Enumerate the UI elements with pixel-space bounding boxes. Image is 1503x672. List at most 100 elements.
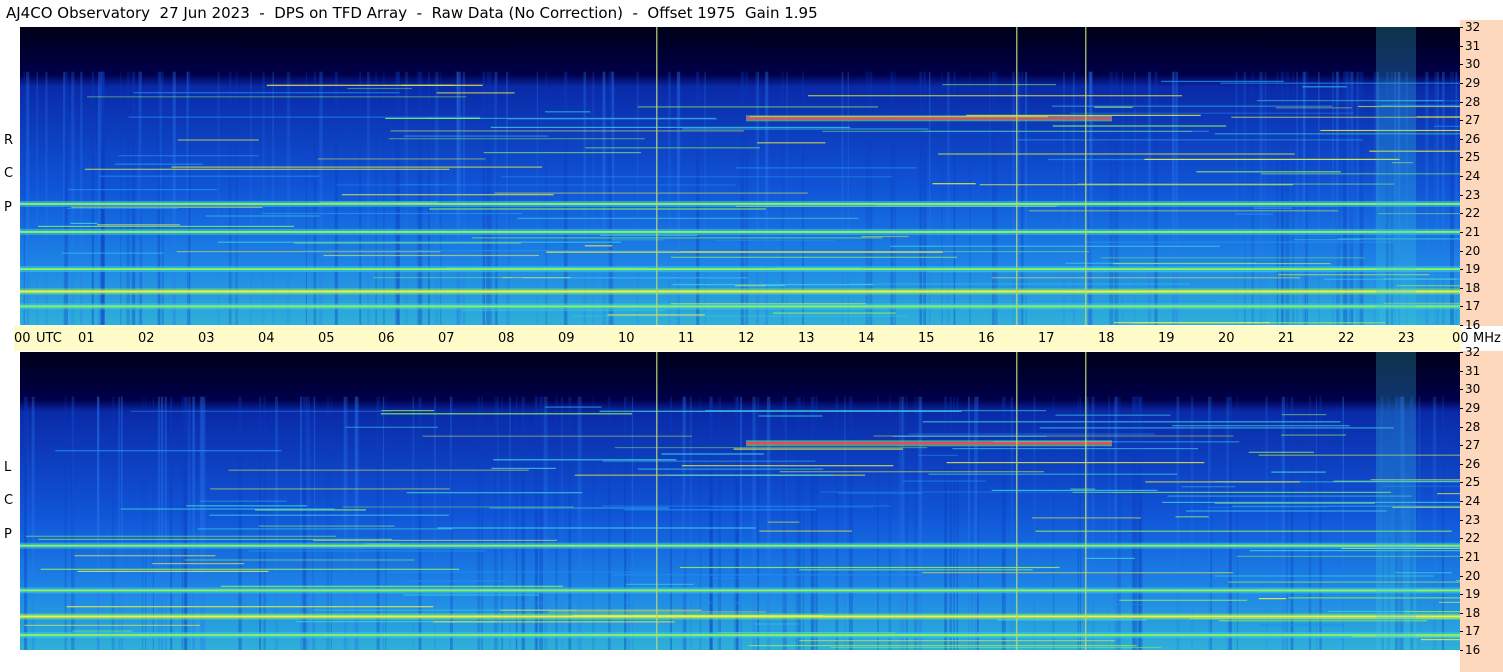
- carrier-line: [733, 448, 903, 450]
- carrier-line: [1421, 639, 1460, 641]
- carrier-line: [624, 509, 816, 511]
- interference-vline: [1085, 352, 1087, 650]
- spectrogram-texture: [967, 396, 970, 650]
- spectrogram-texture: [841, 71, 844, 325]
- carrier-line: [133, 92, 400, 94]
- spectrogram-texture: [1001, 396, 1006, 650]
- spectrogram-texture: [187, 396, 191, 650]
- time-tick-label: 05: [318, 331, 335, 346]
- carrier-line: [70, 222, 98, 224]
- spectrogram-texture: [989, 71, 991, 325]
- carrier-line: [922, 421, 1341, 423]
- spectrogram-texture: [941, 71, 943, 325]
- freq-tick-label: 28: [1459, 94, 1481, 109]
- spectrogram-texture: [1425, 71, 1429, 325]
- carrier-line: [25, 535, 337, 537]
- spectrogram-texture: [354, 396, 357, 650]
- carrier-line: [1302, 86, 1347, 88]
- spectrogram-texture: [543, 396, 548, 650]
- time-tick-label: 02: [138, 331, 155, 346]
- spectrogram-texture: [509, 396, 511, 650]
- spectrogram-texture: [31, 396, 35, 650]
- spectrogram-texture: [481, 396, 483, 650]
- carrier-line: [1271, 471, 1326, 473]
- carrier-line: [1016, 139, 1363, 141]
- carrier-line: [115, 163, 203, 165]
- spectrogram-texture: [157, 71, 161, 325]
- spectrogram-texture: [36, 71, 38, 325]
- carrier-line: [938, 153, 1295, 155]
- carrier-line: [602, 505, 891, 507]
- spectrogram-texture: [1292, 71, 1295, 325]
- band-core: [20, 544, 1460, 547]
- spectrogram-texture: [1264, 71, 1267, 325]
- carrier-line: [1236, 555, 1460, 557]
- spectrogram-texture: [847, 71, 849, 325]
- carrier-line: [38, 538, 393, 540]
- spectrogram-texture: [64, 396, 67, 650]
- freq-tick-label: 21: [1459, 224, 1481, 239]
- carrier-line: [491, 467, 556, 469]
- spectrogram-texture: [27, 396, 29, 650]
- carrier-line: [1031, 300, 1212, 302]
- time-tick-label: 11: [678, 331, 695, 346]
- carrier-line: [1275, 107, 1352, 109]
- spectrogram-texture: [1052, 396, 1055, 650]
- carrier-line: [97, 224, 180, 226]
- carrier-line: [545, 111, 591, 113]
- spectrogram-texture: [953, 396, 955, 650]
- spectrogram-texture: [848, 396, 853, 650]
- carrier-line: [942, 84, 1056, 86]
- carrier-line: [489, 507, 670, 509]
- carrier-line: [1085, 241, 1394, 243]
- time-tick-label: 04: [258, 331, 275, 346]
- spectrogram-texture: [120, 71, 122, 325]
- spectrogram-texture: [611, 71, 615, 325]
- carrier-line: [758, 415, 823, 417]
- rcp-label-r: R: [4, 133, 14, 148]
- freq-tick-label: 16: [1459, 643, 1481, 657]
- carrier-line: [461, 309, 666, 312]
- carrier-line: [1175, 516, 1209, 518]
- spectrogram-texture: [462, 71, 466, 325]
- spectrogram-texture: [1089, 71, 1093, 325]
- spectrogram-texture: [164, 396, 167, 650]
- rcp-spectrogram: [20, 27, 1460, 325]
- carrier-line: [902, 480, 986, 482]
- carrier-line: [66, 606, 434, 608]
- spectrogram-texture: [172, 71, 176, 325]
- plume: [1376, 352, 1416, 650]
- spectrogram-texture: [971, 396, 973, 650]
- spectrogram-texture: [1437, 71, 1439, 325]
- spectrogram-texture: [1332, 71, 1334, 325]
- spectrogram-texture: [181, 396, 184, 650]
- carrier-line: [1231, 505, 1460, 507]
- band-core: [20, 305, 1460, 308]
- carrier-line: [1085, 557, 1135, 559]
- freq-axis-top: 32 31 30 29 28 27 26 25 24 23 22 21 20 19 18 17 16: [1459, 20, 1503, 331]
- spectrogram-texture: [1235, 71, 1238, 325]
- carrier-line: [120, 508, 335, 510]
- freq-tick-label: 26: [1459, 456, 1481, 471]
- spectrogram-texture: [100, 71, 104, 325]
- carrier-line: [1281, 414, 1327, 416]
- time-tick-label: 17: [1038, 331, 1055, 346]
- spectrogram-texture: [1259, 71, 1263, 325]
- carrier-line: [317, 158, 486, 160]
- freq-tick-label: 25: [1459, 475, 1481, 490]
- freq-tick-label: 29: [1459, 400, 1481, 415]
- spectrogram-texture: [63, 71, 66, 325]
- spectrogram-texture: [170, 396, 173, 650]
- spectrogram-texture: [782, 396, 787, 650]
- carrier-line: [1161, 80, 1284, 82]
- carrier-line: [1433, 125, 1460, 127]
- carrier-line: [1167, 495, 1412, 497]
- carrier-line: [820, 491, 1112, 493]
- lcp-label: L C P: [0, 352, 20, 652]
- band-core: [746, 117, 1112, 120]
- carrier-line: [301, 250, 676, 252]
- time-tick-label: 03: [198, 331, 215, 346]
- spectrogram-texture: [199, 396, 202, 650]
- carrier-line: [1114, 322, 1270, 324]
- spectrogram-texture: [1033, 396, 1036, 650]
